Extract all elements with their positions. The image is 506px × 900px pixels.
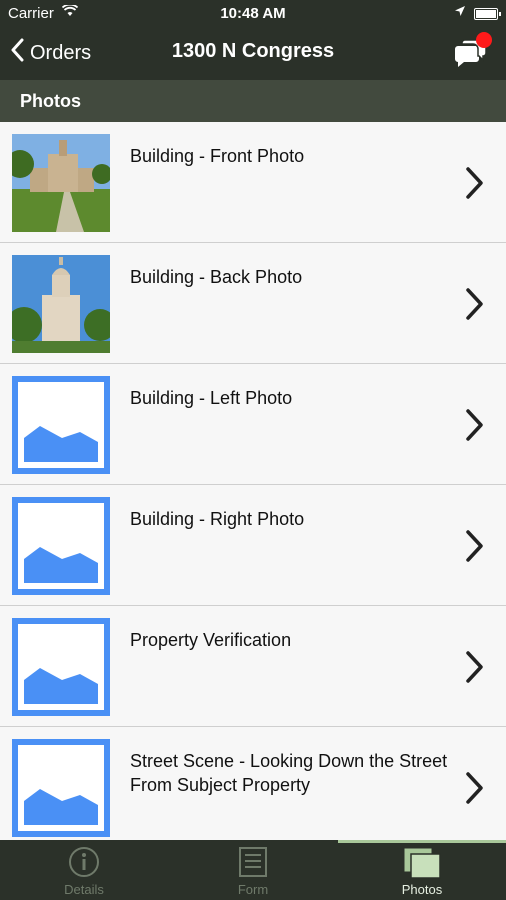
clock: 10:48 AM <box>220 5 286 22</box>
list-item[interactable]: Property Verification <box>0 606 506 727</box>
chevron-right-icon <box>464 771 484 805</box>
tab-label: Form <box>237 882 269 897</box>
item-label: Street Scene - Looking Down the Street F… <box>130 751 448 795</box>
info-icon <box>68 846 100 883</box>
list-item[interactable]: Building - Back Photo <box>0 243 506 364</box>
photo-list: Building - Front Photo Building - Back P… <box>0 122 506 840</box>
section-title: Photos <box>20 91 81 111</box>
tab-label: Details <box>64 882 104 897</box>
battery-icon <box>474 8 501 20</box>
chevron-right-icon <box>464 650 484 684</box>
chevron-right-icon <box>464 408 484 442</box>
chevron-right-icon <box>464 287 484 321</box>
tab-details[interactable]: Details <box>0 840 168 900</box>
tab-photos[interactable]: Photos <box>338 840 506 900</box>
location-arrow-icon <box>454 5 466 20</box>
item-label: Building - Back Photo <box>130 267 303 287</box>
tab-form[interactable]: Form <box>169 840 337 900</box>
item-label: Building - Front Photo <box>130 146 305 166</box>
front-photo-thumbnail <box>6 134 112 232</box>
navigation-bar: Orders 1300 N Congress <box>0 28 506 78</box>
image-placeholder-icon <box>12 739 110 837</box>
chat-bubbles-icon <box>452 39 492 76</box>
tab-bar: Details Form Photos <box>0 840 506 900</box>
chevron-right-icon <box>464 166 484 200</box>
item-label: Building - Left Photo <box>130 388 293 408</box>
image-placeholder-icon <box>12 618 110 716</box>
status-bar: Carrier 10:48 AM <box>0 0 506 28</box>
section-header: Photos <box>0 80 506 122</box>
item-label: Property Verification <box>130 630 292 650</box>
list-item[interactable]: Building - Front Photo <box>0 122 506 243</box>
messages-button[interactable] <box>452 32 492 72</box>
form-icon <box>237 846 269 883</box>
chevron-right-icon <box>464 529 484 563</box>
page-title: 1300 N Congress <box>171 40 335 62</box>
tab-label: Photos <box>401 882 443 897</box>
image-placeholder-icon <box>12 376 110 474</box>
list-item[interactable]: Building - Right Photo <box>0 485 506 606</box>
list-item[interactable]: Street Scene - Looking Down the Street F… <box>0 727 506 840</box>
list-item[interactable]: Building - Left Photo <box>0 364 506 485</box>
back-photo-thumbnail <box>6 255 116 353</box>
notification-badge <box>476 32 492 48</box>
image-placeholder-icon <box>12 497 110 595</box>
item-label: Building - Right Photo <box>130 509 305 529</box>
photos-icon <box>402 846 442 885</box>
